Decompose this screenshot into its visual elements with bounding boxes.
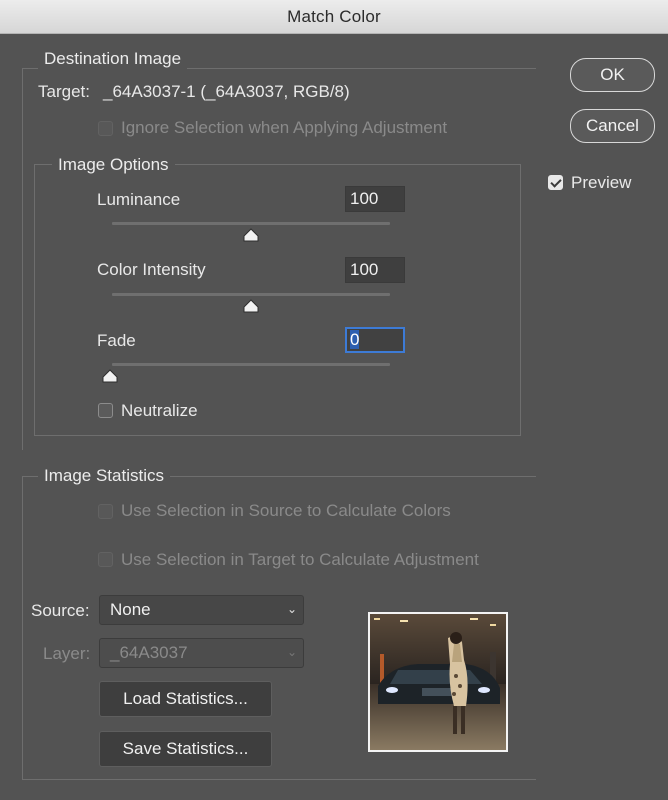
chevron-down-icon: ⌄ [286, 602, 297, 616]
source-image-thumbnail [368, 612, 508, 752]
ok-button[interactable]: OK [570, 58, 655, 92]
target-value: _64A3037-1 (_64A3037, RGB/8) [103, 82, 350, 101]
use-selection-source-label: Use Selection in Source to Calculate Col… [121, 501, 451, 520]
image-options-border-left [34, 164, 35, 436]
image-statistics-heading: Image Statistics [38, 466, 170, 486]
source-select-value: None [110, 600, 151, 619]
use-selection-source-checkbox[interactable] [98, 504, 113, 519]
color-intensity-label: Color Intensity [97, 260, 206, 279]
destination-group-left-border [22, 68, 23, 450]
fade-slider-track[interactable] [112, 363, 390, 366]
chevron-down-icon: ⌄ [286, 645, 297, 659]
garage-photo-thumbnail [370, 614, 506, 750]
neutralize-checkbox[interactable] [98, 403, 113, 418]
destination-image-heading: Destination Image [38, 49, 188, 69]
luminance-slider-track[interactable] [112, 222, 390, 225]
statistics-group-border-left [22, 476, 23, 780]
window-title: Match Color [287, 6, 381, 26]
fade-input[interactable]: 0 [345, 327, 405, 353]
ignore-selection-checkbox[interactable] [98, 121, 113, 136]
source-select[interactable]: None ⌄ [99, 595, 304, 625]
title-bar: Match Color [0, 0, 668, 34]
image-options-border-bottom [34, 435, 521, 436]
layer-label: Layer: [43, 644, 91, 663]
luminance-slider-thumb[interactable] [243, 228, 259, 242]
use-selection-target-label: Use Selection in Target to Calculate Adj… [121, 550, 479, 569]
load-statistics-button[interactable]: Load Statistics... [99, 681, 272, 717]
save-statistics-button[interactable]: Save Statistics... [99, 731, 272, 767]
preview-checkbox[interactable] [548, 175, 563, 190]
color-intensity-input[interactable]: 100 [345, 257, 405, 283]
cancel-button[interactable]: Cancel [570, 109, 655, 143]
color-intensity-value: 100 [350, 260, 379, 279]
fade-label: Fade [97, 331, 136, 350]
preview-label: Preview [571, 173, 632, 192]
image-options-border-right [520, 164, 521, 436]
layer-select-value: _64A3037 [110, 643, 188, 662]
source-label: Source: [31, 601, 90, 620]
target-label: Target: [38, 82, 90, 101]
luminance-label: Luminance [97, 190, 181, 209]
luminance-input[interactable]: 100 [345, 186, 405, 212]
use-selection-target-checkbox[interactable] [98, 552, 113, 567]
ignore-selection-label: Ignore Selection when Applying Adjustmen… [121, 118, 448, 137]
layer-select[interactable]: _64A3037 ⌄ [99, 638, 304, 668]
image-options-heading: Image Options [52, 155, 175, 175]
fade-slider-thumb[interactable] [102, 369, 118, 383]
neutralize-label: Neutralize [121, 401, 198, 420]
luminance-value: 100 [350, 189, 379, 208]
color-intensity-slider-thumb[interactable] [243, 299, 259, 313]
statistics-group-border-bottom [22, 779, 536, 780]
fade-value: 0 [350, 330, 360, 349]
color-intensity-slider-track[interactable] [112, 293, 390, 296]
